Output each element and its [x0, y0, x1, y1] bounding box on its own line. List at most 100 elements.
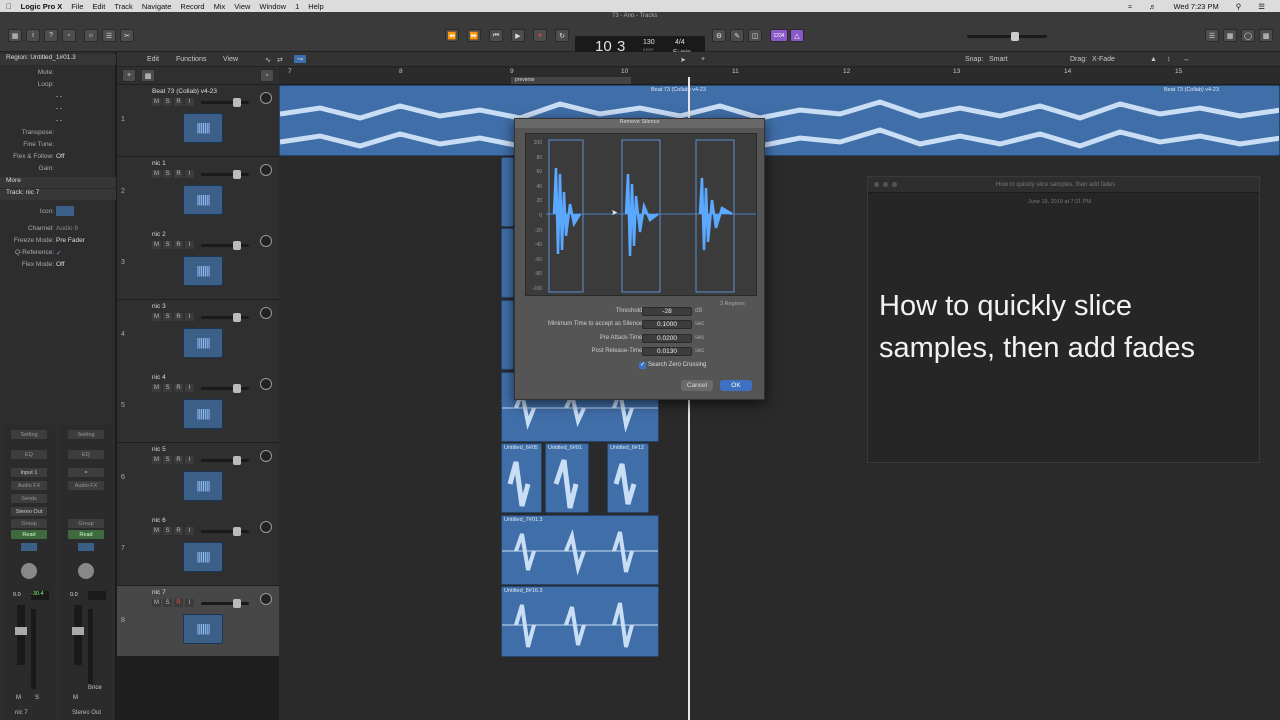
input-monitor-button[interactable]: I: [185, 313, 194, 321]
add-track-icon[interactable]: +: [122, 69, 136, 82]
fast-forward-icon[interactable]: ⏩: [467, 29, 481, 42]
smart-controls-icon[interactable]: ☼: [84, 29, 98, 42]
automation-icon[interactable]: ∿: [265, 56, 271, 64]
pencil-icon[interactable]: ✎: [730, 29, 744, 42]
menu-edit[interactable]: Edit: [92, 2, 105, 11]
track-name[interactable]: nic 3: [152, 303, 166, 310]
min-time-stepper[interactable]: 0.1000: [642, 320, 692, 329]
mute-button[interactable]: M: [152, 241, 161, 249]
solo-button[interactable]: S: [35, 695, 39, 701]
mute-button[interactable]: M: [152, 456, 161, 464]
track-name[interactable]: nic 2: [152, 231, 166, 238]
inspector-row[interactable]: - -: [0, 105, 116, 116]
rewind-icon[interactable]: ⏪: [445, 29, 459, 42]
track-volume-slider[interactable]: [201, 599, 249, 608]
pan-knob[interactable]: [21, 563, 37, 579]
pan-knob[interactable]: [260, 307, 272, 319]
record-enable-button[interactable]: R: [174, 170, 183, 178]
inspector-row[interactable]: - -: [0, 93, 116, 104]
secondary-tool-icon[interactable]: +: [701, 56, 705, 63]
record-icon[interactable]: ●: [533, 29, 547, 42]
track-header[interactable]: 6 nic 5 M S R I |||||||: [117, 443, 279, 515]
inspector-row[interactable]: Freeze Mode: Pre Fader: [0, 237, 116, 248]
audio-region-beat[interactable]: Beat 73 (Collab) v4-23 Beat 73 (Collab) …: [279, 85, 1280, 156]
track-header[interactable]: 5 nic 4 M S R I |||||||: [117, 371, 279, 443]
audio-region[interactable]: [501, 300, 514, 370]
mute-button[interactable]: M: [152, 98, 161, 106]
editors-icon[interactable]: ✂: [120, 29, 134, 42]
mute-button[interactable]: M: [152, 527, 161, 535]
slider-thumb[interactable]: [233, 98, 241, 107]
input-monitor-button[interactable]: I: [185, 599, 194, 607]
toolbar-icon[interactable]: ▫: [62, 29, 76, 42]
track-header[interactable]: 2 nic 1 M S R I |||||||: [117, 157, 279, 229]
inspector-row[interactable]: Icon:: [0, 206, 116, 219]
pre-attack-stepper[interactable]: 0.0200: [642, 334, 692, 343]
mute-button[interactable]: M: [152, 170, 161, 178]
volume-icon[interactable]: ♬: [1149, 2, 1157, 11]
track-name[interactable]: nic 7: [152, 589, 166, 596]
audio-region-slice[interactable]: Untitled_6#01: [545, 443, 589, 513]
solo-button[interactable]: S: [163, 241, 172, 249]
silence-graph[interactable]: 100 80 60 40 20 0 -20 -40 -60 -80 -100: [525, 133, 757, 296]
marker-preverse[interactable]: preverse: [511, 77, 631, 84]
master-volume-slider[interactable]: [967, 32, 1047, 41]
record-enable-button[interactable]: R: [174, 313, 183, 321]
inspector-row[interactable]: Loop:: [0, 81, 116, 92]
volume-fader[interactable]: [15, 605, 27, 665]
track-volume-slider[interactable]: [201, 313, 249, 322]
track-inspector-header[interactable]: Track: nic 7: [0, 189, 116, 200]
input-monitor-button[interactable]: I: [185, 98, 194, 106]
inspector-row[interactable]: Mute:: [0, 69, 116, 80]
catch-icon[interactable]: ↝: [294, 55, 306, 63]
menu-record[interactable]: Record: [180, 2, 204, 11]
count-in-button[interactable]: 1234: [770, 29, 788, 42]
input-monitor-button[interactable]: I: [185, 170, 194, 178]
track-header-selected[interactable]: 8 nic 7 M S R I |||||||: [117, 586, 279, 657]
solo-button[interactable]: S: [163, 313, 172, 321]
pan-knob[interactable]: [260, 92, 272, 104]
group-slot[interactable]: Group: [11, 519, 47, 528]
snap-select[interactable]: Smart: [989, 56, 1008, 63]
slider-thumb[interactable]: [233, 456, 241, 465]
track-volume-slider[interactable]: [201, 170, 249, 179]
solo-button[interactable]: S: [163, 456, 172, 464]
setting-slot[interactable]: Setting: [11, 430, 47, 439]
menu-edit-local[interactable]: Edit: [147, 56, 159, 63]
input-monitor-button[interactable]: I: [185, 241, 194, 249]
cancel-button[interactable]: Cancel: [681, 380, 713, 391]
record-enable-button[interactable]: R: [174, 527, 183, 535]
pointer-tool-icon[interactable]: ➤: [680, 56, 686, 64]
loop-browser-icon[interactable]: ◯: [1241, 29, 1255, 42]
apple-icon[interactable]: : [6, 2, 12, 11]
audio-region-slice[interactable]: Untitled_6#12: [607, 443, 649, 513]
pan-knob[interactable]: [260, 164, 272, 176]
slider-thumb[interactable]: [233, 170, 241, 179]
track-volume-slider[interactable]: [201, 98, 249, 107]
waveform-zoom-icon[interactable]: ▲: [1150, 56, 1157, 63]
bounce-button[interactable]: Bnce: [88, 685, 102, 691]
setting-slot[interactable]: Setting: [68, 430, 104, 439]
zoom-dot[interactable]: [892, 182, 897, 187]
menu-functions[interactable]: Functions: [176, 56, 206, 63]
track-name[interactable]: nic 4: [152, 374, 166, 381]
record-enable-button[interactable]: R: [174, 456, 183, 464]
solo-button[interactable]: S: [163, 384, 172, 392]
track-name[interactable]: nic 1: [152, 160, 166, 167]
audio-region-nic6[interactable]: Untitled_7#01.3: [501, 515, 659, 585]
track-volume-slider[interactable]: [201, 456, 249, 465]
mute-button[interactable]: M: [152, 599, 161, 607]
region-inspector-header[interactable]: Region: Untitled_1#01.3: [0, 54, 116, 65]
threshold-stepper[interactable]: -28: [642, 307, 692, 316]
input-monitor-button[interactable]: I: [185, 456, 194, 464]
inspector-row[interactable]: Transpose:: [0, 129, 116, 140]
track-volume-slider[interactable]: [201, 527, 249, 536]
minimize-dot[interactable]: [883, 182, 888, 187]
inspector-row[interactable]: Flex Mode: Off: [0, 261, 116, 272]
post-release-stepper[interactable]: 0.0130: [642, 347, 692, 356]
input-slot[interactable]: Input 1: [11, 468, 47, 477]
play-icon[interactable]: ▶: [511, 29, 525, 42]
slider-thumb[interactable]: [233, 599, 241, 608]
inspector-row[interactable]: Flex & Follow: Off: [0, 153, 116, 164]
pan-knob[interactable]: [260, 450, 272, 462]
